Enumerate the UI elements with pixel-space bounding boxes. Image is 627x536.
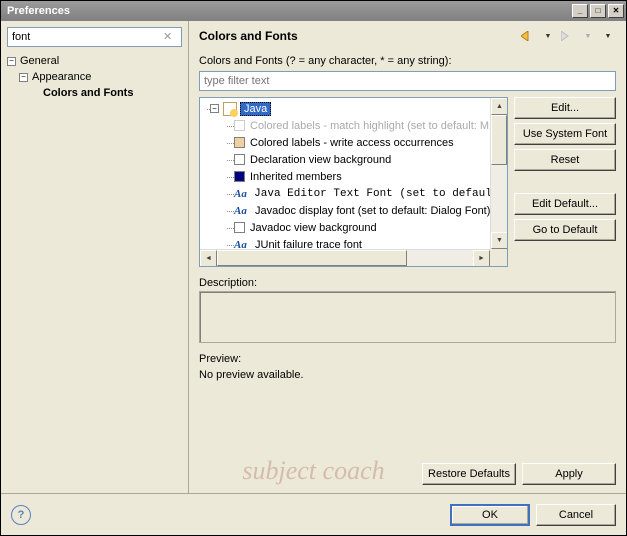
- collapse-icon[interactable]: −: [19, 73, 28, 82]
- list-item[interactable]: ····Colored labels - match highlight (se…: [202, 117, 505, 134]
- tree-label-selected: Java: [240, 102, 271, 116]
- preference-filter-input[interactable]: [12, 31, 163, 43]
- tree-label: General: [20, 55, 59, 67]
- font-icon: Aa: [234, 188, 249, 200]
- collapse-icon[interactable]: −: [210, 104, 219, 113]
- cancel-button[interactable]: Cancel: [536, 504, 616, 526]
- maximize-button[interactable]: □: [590, 4, 606, 18]
- restore-defaults-button[interactable]: Restore Defaults: [422, 463, 516, 485]
- list-item[interactable]: ····AaJava Editor Text Font (set to defa…: [202, 185, 505, 202]
- tree-label: Colors and Fonts: [43, 87, 133, 99]
- ok-button[interactable]: OK: [450, 504, 530, 526]
- preference-filter[interactable]: ✕: [7, 27, 182, 47]
- content-area: ✕ − General − Appearance Colors and Font…: [1, 21, 626, 493]
- page-header: Colors and Fonts ▼ ▼ ▼: [199, 29, 616, 43]
- filter-label: Colors and Fonts (? = any character, * =…: [199, 55, 616, 67]
- color-swatch-icon: [234, 154, 245, 165]
- page-panel: Colors and Fonts ▼ ▼ ▼ Colors and Fonts …: [189, 21, 626, 493]
- scroll-right-icon[interactable]: ►: [473, 250, 490, 267]
- preview-value: No preview available.: [199, 369, 616, 381]
- action-buttons: Edit... Use System Font Reset Edit Defau…: [514, 97, 616, 267]
- scroll-up-icon[interactable]: ▲: [491, 98, 508, 115]
- scroll-corner: [490, 249, 507, 266]
- item-label: Javadoc display font (set to default: Di…: [255, 205, 490, 217]
- preference-tree: − General − Appearance Colors and Fonts: [7, 53, 182, 101]
- collapse-icon[interactable]: −: [7, 57, 16, 66]
- edit-button[interactable]: Edit...: [514, 97, 616, 119]
- list-item[interactable]: ····Inherited members: [202, 168, 505, 185]
- color-swatch-icon: [234, 137, 245, 148]
- color-swatch-icon: [234, 222, 245, 233]
- scroll-down-icon[interactable]: ▼: [491, 232, 508, 249]
- window-title: Preferences: [3, 5, 570, 17]
- scroll-thumb[interactable]: [217, 250, 407, 266]
- item-label: Java Editor Text Font (set to default:: [254, 188, 505, 200]
- page-title: Colors and Fonts: [199, 29, 516, 43]
- reset-button[interactable]: Reset: [514, 149, 616, 171]
- use-system-font-button[interactable]: Use System Font: [514, 123, 616, 145]
- dialog-footer: ? OK Cancel: [1, 493, 626, 535]
- folder-icon: [223, 102, 237, 116]
- back-icon[interactable]: [520, 29, 536, 43]
- vertical-scrollbar[interactable]: ▲ ▼: [490, 98, 507, 249]
- view-menu-icon[interactable]: ▼: [600, 29, 616, 43]
- description-label: Description:: [199, 277, 616, 289]
- back-menu-icon[interactable]: ▼: [540, 29, 556, 43]
- list-item[interactable]: ····Javadoc view background: [202, 219, 505, 236]
- go-to-default-button[interactable]: Go to Default: [514, 219, 616, 241]
- scroll-left-icon[interactable]: ◄: [200, 250, 217, 267]
- item-label: Inherited members: [250, 171, 342, 183]
- help-icon[interactable]: ?: [11, 505, 31, 525]
- list-item[interactable]: ····AaJavadoc display font (set to defau…: [202, 202, 505, 219]
- tree-node-java[interactable]: ·· − Java: [202, 100, 505, 117]
- item-label: Colored labels - match highlight (set to…: [250, 120, 489, 132]
- tree-node-appearance[interactable]: − Appearance: [19, 69, 182, 85]
- tree-node-general[interactable]: − General: [7, 53, 182, 69]
- navigator-panel: ✕ − General − Appearance Colors and Font…: [1, 21, 189, 493]
- page-footer-buttons: Restore Defaults Apply: [199, 453, 616, 485]
- titlebar: Preferences _ □ ✕: [1, 1, 626, 21]
- colors-fonts-tree[interactable]: ·· − Java ····Colored labels - match hig…: [199, 97, 508, 267]
- edit-default-button[interactable]: Edit Default...: [514, 193, 616, 215]
- item-label: Javadoc view background: [250, 222, 377, 234]
- color-swatch-icon: [234, 171, 245, 182]
- colors-fonts-filter-input[interactable]: [199, 71, 616, 91]
- apply-button[interactable]: Apply: [522, 463, 616, 485]
- close-button[interactable]: ✕: [608, 4, 624, 18]
- font-icon: Aa: [234, 205, 250, 217]
- tree-label: Appearance: [32, 71, 91, 83]
- color-swatch-icon: [234, 120, 245, 131]
- tree-node-colors-fonts[interactable]: Colors and Fonts: [43, 85, 182, 101]
- item-label: Colored labels - write access occurrence…: [250, 137, 454, 149]
- forward-menu-icon: ▼: [580, 29, 596, 43]
- item-label: Declaration view background: [250, 154, 391, 166]
- description-box: [199, 291, 616, 343]
- minimize-button[interactable]: _: [572, 4, 588, 18]
- clear-filter-icon[interactable]: ✕: [163, 30, 177, 44]
- scroll-thumb[interactable]: [491, 115, 507, 165]
- list-item[interactable]: ····Colored labels - write access occurr…: [202, 134, 505, 151]
- forward-icon: [560, 29, 576, 43]
- list-item[interactable]: ····Declaration view background: [202, 151, 505, 168]
- main-row: ·· − Java ····Colored labels - match hig…: [199, 97, 616, 267]
- horizontal-scrollbar[interactable]: ◄ ►: [200, 249, 490, 266]
- preview-label: Preview:: [199, 353, 616, 365]
